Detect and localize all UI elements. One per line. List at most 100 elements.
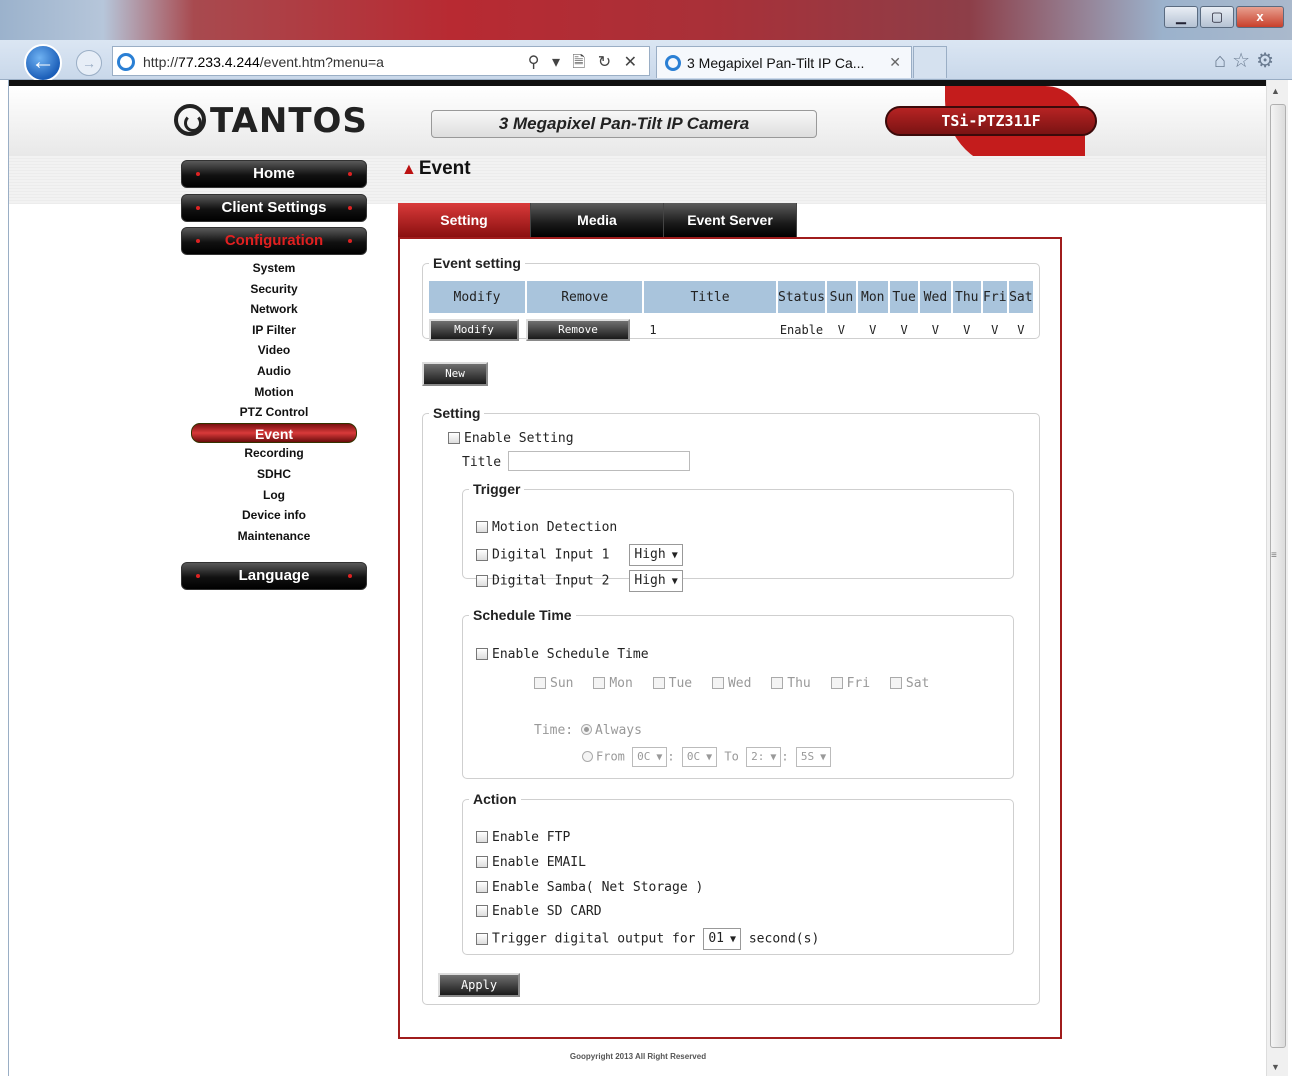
enable-ftp-row[interactable]: Enable FTP xyxy=(476,830,570,845)
submenu-item-recording[interactable]: Recording xyxy=(181,443,367,464)
submenu-item-video[interactable]: Video xyxy=(181,340,367,361)
new-tab-button[interactable] xyxy=(913,46,947,78)
browser-tab[interactable]: 3 Megapixel Pan-Tilt IP Ca... ✕ xyxy=(656,46,912,78)
brand-logo: TANTOS xyxy=(174,101,368,141)
sat-checkbox[interactable] xyxy=(889,677,902,689)
tab-close-button[interactable]: ✕ xyxy=(889,54,901,71)
submenu-item-log[interactable]: Log xyxy=(181,485,367,506)
vertical-scrollbar[interactable]: ▲ ≡ ▼ xyxy=(1266,80,1288,1076)
menu-home[interactable]: Home xyxy=(181,160,367,188)
motion-detection-row[interactable]: Motion Detection xyxy=(476,520,617,535)
trigger-output-checkbox[interactable] xyxy=(476,932,488,945)
submenu-item-ip-filter[interactable]: IP Filter xyxy=(181,320,367,341)
menu-client-settings[interactable]: Client Settings xyxy=(181,194,367,222)
enable-sd-row[interactable]: Enable SD CARD xyxy=(476,904,602,919)
submenu-item-security[interactable]: Security xyxy=(181,279,367,300)
submenu-item-device-info[interactable]: Device info xyxy=(181,505,367,526)
settings-gear-icon[interactable]: ⚙ xyxy=(1256,50,1280,72)
from-label: From xyxy=(596,749,625,764)
new-event-button[interactable]: New xyxy=(422,362,488,386)
digital-input-2-checkbox[interactable] xyxy=(476,574,488,587)
motion-detection-checkbox[interactable] xyxy=(476,521,488,533)
thu-checkbox[interactable] xyxy=(771,677,784,689)
digital-input-1-select[interactable]: High ▼ xyxy=(629,544,683,566)
table-header-row: Modify Remove Title Status Sun Mon Tue W… xyxy=(429,281,1036,313)
submenu-item-sdhc[interactable]: SDHC xyxy=(181,464,367,485)
from-radio[interactable] xyxy=(582,750,593,762)
sun-checkbox[interactable] xyxy=(534,677,546,689)
digital-input-1-checkbox[interactable] xyxy=(476,548,488,561)
event-title-cell: 1 xyxy=(649,323,657,337)
page-header: TANTOS 3 Megapixel Pan-Tilt IP Camera TS… xyxy=(9,86,1266,170)
enable-email-checkbox[interactable] xyxy=(476,856,488,868)
tab-media[interactable]: Media xyxy=(531,203,664,237)
enable-schedule-row[interactable]: Enable Schedule Time xyxy=(476,647,649,662)
scroll-thumb[interactable] xyxy=(1270,104,1286,1048)
address-bar[interactable]: http://77.233.4.244/event.htm?menu=a ⚲ ▾… xyxy=(112,46,650,76)
submenu-item-maintenance[interactable]: Maintenance xyxy=(181,526,367,547)
caret-down-icon: ▼ xyxy=(656,752,663,763)
tab-event-server[interactable]: Event Server xyxy=(664,203,797,237)
submenu-item-motion[interactable]: Motion xyxy=(181,382,367,403)
from-minute-value: 0C xyxy=(686,750,701,763)
scroll-down-icon[interactable]: ▼ xyxy=(1271,1062,1280,1072)
from-minute-select[interactable]: 0C ▼ xyxy=(681,747,718,767)
minimize-button[interactable]: ▁ xyxy=(1164,6,1198,28)
window-controls: ▁ ▢ x xyxy=(1162,6,1284,28)
submenu-item-audio[interactable]: Audio xyxy=(181,361,367,382)
from-hour-select[interactable]: 0C ▼ xyxy=(632,747,668,767)
enable-setting-checkbox[interactable] xyxy=(448,432,460,444)
from-hour-value: 0C xyxy=(637,750,651,763)
favorites-star-icon[interactable]: ☆ xyxy=(1232,50,1256,72)
submenu-item-ptz-control[interactable]: PTZ Control xyxy=(181,402,367,423)
enable-setting-row[interactable]: Enable Setting xyxy=(448,431,574,446)
maximize-button[interactable]: ▢ xyxy=(1200,6,1234,28)
enable-ftp-checkbox[interactable] xyxy=(476,831,488,843)
day-wed-cell: V xyxy=(931,323,940,337)
modify-button[interactable]: Modify xyxy=(429,319,519,341)
trigger-seconds-select[interactable]: 01 ▼ xyxy=(703,928,742,950)
arrow-right-icon: → xyxy=(82,55,96,71)
day-fri-cell: V xyxy=(991,323,999,337)
caret-down-icon: ▼ xyxy=(671,576,678,587)
back-button[interactable]: ← xyxy=(24,44,62,82)
enable-samba-checkbox[interactable] xyxy=(476,881,488,893)
address-tools[interactable]: ⚲ ▾ 🗎 ↻ ✕ xyxy=(528,51,641,78)
column-header: Modify xyxy=(429,281,528,313)
column-header: Title xyxy=(643,281,778,313)
day-thu-cell: V xyxy=(963,323,971,337)
to-minute-select[interactable]: 5S ▼ xyxy=(795,747,832,767)
scroll-up-icon[interactable]: ▲ xyxy=(1271,86,1280,96)
apply-button[interactable]: Apply xyxy=(438,973,520,997)
enable-samba-row[interactable]: Enable Samba( Net Storage ) xyxy=(476,880,703,895)
to-hour-select[interactable]: 2: ▼ xyxy=(746,747,782,767)
forward-button[interactable]: → xyxy=(76,50,102,76)
digital-input-2-select[interactable]: High ▼ xyxy=(629,570,683,592)
home-icon[interactable]: ⌂ xyxy=(1214,50,1232,72)
enable-email-row[interactable]: Enable EMAIL xyxy=(476,855,586,870)
fri-checkbox[interactable] xyxy=(830,677,843,689)
menu-language[interactable]: Language xyxy=(181,562,367,590)
enable-email-label: Enable EMAIL xyxy=(492,855,586,870)
address-url[interactable]: http://77.233.4.244/event.htm?menu=a xyxy=(143,54,384,70)
always-radio[interactable] xyxy=(580,724,592,735)
event-table: Modify Remove Title Status Sun Mon Tue W… xyxy=(429,281,1036,347)
submenu-item-event[interactable]: Event xyxy=(191,422,357,444)
menu-configuration[interactable]: Configuration xyxy=(181,227,367,255)
enable-sd-checkbox[interactable] xyxy=(476,905,488,917)
submenu-item-system[interactable]: System xyxy=(181,258,367,279)
digital-input-1-row: Digital Input 1 High ▼ xyxy=(476,544,683,566)
digital-input-1-label: Digital Input 1 xyxy=(492,547,610,563)
day-mon-cell: V xyxy=(869,323,877,337)
tue-checkbox[interactable] xyxy=(652,677,665,689)
submenu-item-network[interactable]: Network xyxy=(181,299,367,320)
title-input[interactable] xyxy=(508,451,690,471)
wed-checkbox[interactable] xyxy=(711,677,724,689)
schedule-legend: Schedule Time xyxy=(473,607,572,623)
close-window-button[interactable]: x xyxy=(1236,6,1284,28)
tab-setting[interactable]: Setting xyxy=(398,203,531,237)
enable-schedule-checkbox[interactable] xyxy=(476,648,488,660)
trigger-output-label: Trigger digital output for xyxy=(492,931,696,947)
remove-button[interactable]: Remove xyxy=(526,319,631,341)
mon-checkbox[interactable] xyxy=(593,677,606,689)
